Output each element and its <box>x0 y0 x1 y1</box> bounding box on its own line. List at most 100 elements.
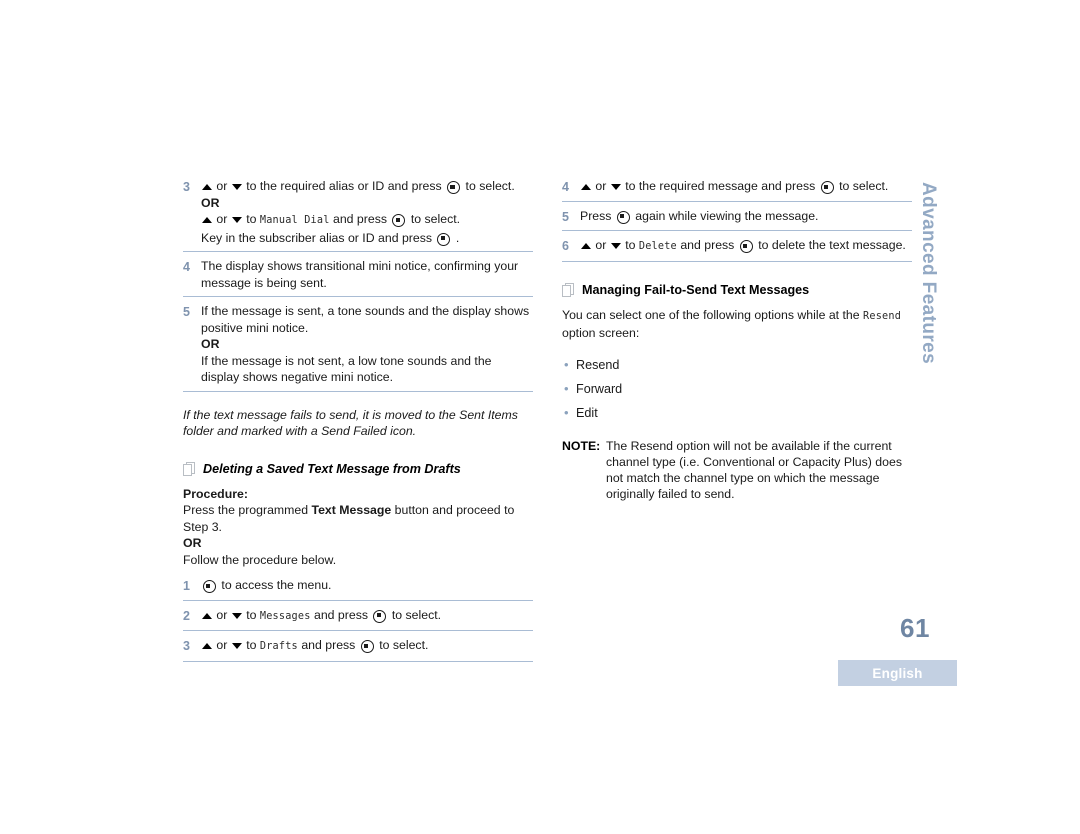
step-number: 1 <box>183 579 190 593</box>
step-row: 5 If the message is sent, a tone sounds … <box>183 303 533 392</box>
note-block: NOTE: The Resend option will not be avai… <box>562 438 912 502</box>
step-number: 4 <box>562 180 569 194</box>
arrow-down-icon <box>231 612 242 619</box>
option-edit: Edit <box>576 405 598 420</box>
rstep4-or: or <box>595 179 607 193</box>
menu-item-manual-dial: Manual Dial <box>259 215 330 226</box>
step-row: 4 or to the required message and press t… <box>562 178 912 202</box>
step-text: Press again while viewing the message. <box>580 208 912 225</box>
substep2-tail: to select. <box>391 607 442 622</box>
step3-line2-tail: to select. <box>410 212 461 226</box>
rstep6-or: or <box>595 238 607 252</box>
arrow-up-icon <box>581 243 591 250</box>
step3-line2-to: to <box>246 212 257 226</box>
step-text: or to Messages and press to select. <box>201 607 533 626</box>
rstep4-tail: to select. <box>839 179 889 193</box>
menu-item-messages: Messages <box>259 610 311 622</box>
step-number: 5 <box>562 209 569 224</box>
arrow-down-icon <box>231 217 242 224</box>
step3-line3-tail: . <box>455 230 460 245</box>
step3-line3-text: Key in the subscriber alias or ID and pr… <box>201 230 433 245</box>
substep3-press: and press <box>301 638 356 652</box>
step-text: or to Delete and press to delete the tex… <box>580 237 912 256</box>
section-intro: You can select one of the following opti… <box>562 307 912 342</box>
menu-item-resend: Resend <box>863 310 902 322</box>
side-tab-advanced-features: Advanced Features <box>906 182 950 432</box>
menu-select-button-icon <box>739 240 753 254</box>
list-item: • Forward <box>562 381 912 397</box>
menu-select-button-icon <box>360 640 374 654</box>
step-number: 6 <box>562 239 569 253</box>
bullet-icon: • <box>564 380 569 396</box>
menu-item-delete: Delete <box>638 241 677 252</box>
substep2-press: and press <box>313 607 368 622</box>
procedure-intro-a: Press the programmed <box>183 503 309 517</box>
step-text: The display shows transitional mini noti… <box>201 259 519 290</box>
step-row: 3 or to the required alias or ID and pre… <box>183 178 533 252</box>
menu-select-button-icon <box>820 181 834 195</box>
language-badge: English <box>838 660 957 686</box>
step3-line2-press: and press <box>332 212 387 226</box>
arrow-up-icon <box>202 612 212 619</box>
step-row: 6 or to Delete and press to delete the t… <box>562 237 912 262</box>
intro-a: You can select one of the following opti… <box>562 307 860 322</box>
step-text: If the message is sent, a tone sounds an… <box>201 303 533 386</box>
procedure-block: Procedure: Press the programmed Text Mes… <box>183 486 533 569</box>
arrow-down-icon <box>231 643 242 650</box>
step-row: 1 to access the menu. <box>183 577 533 601</box>
arrow-up-icon <box>202 217 212 224</box>
step-number: 5 <box>183 305 190 319</box>
follow-procedure-text: Follow the procedure below. <box>183 552 337 567</box>
menu-select-button-icon <box>373 609 387 623</box>
step-text: to access the menu. <box>201 577 533 594</box>
arrow-up-icon <box>202 643 212 650</box>
list-item: • Edit <box>562 405 912 421</box>
page-section-icon <box>562 282 575 298</box>
step-number: 3 <box>183 180 190 194</box>
or-separator: OR <box>183 536 202 550</box>
rstep5-press: Press <box>580 208 612 223</box>
substep3-tail: to select. <box>379 638 429 652</box>
arrow-up-icon <box>581 184 591 191</box>
step5-line1: If the message is sent, a tone sounds an… <box>201 304 530 335</box>
step-row: 5 Press again while viewing the message. <box>562 208 912 231</box>
or-separator: OR <box>201 195 220 210</box>
step-row: 2 or to Messages and press to select. <box>183 607 533 631</box>
or-separator: OR <box>201 337 220 351</box>
substep3-to: to <box>246 638 257 652</box>
step3-line1-text: to the required alias or ID and press <box>246 179 442 193</box>
procedure-label: Procedure: <box>183 486 248 501</box>
step-row: 4 The display shows transitional mini no… <box>183 258 533 297</box>
page-number: 61 <box>900 613 930 643</box>
step3-line1-tail: to select. <box>465 179 515 193</box>
step-number: 3 <box>183 639 190 653</box>
rstep6-press: and press <box>680 238 735 252</box>
menu-select-button-icon <box>437 232 451 246</box>
rstep6-tail: to delete the text message. <box>758 238 906 252</box>
bullet-icon: • <box>564 404 569 420</box>
menu-item-drafts: Drafts <box>259 641 298 652</box>
step5-line2: If the message is not sent, a low tone s… <box>201 353 492 385</box>
step-text: or to Drafts and press to select. <box>201 637 533 656</box>
intro-b: option screen: <box>562 326 640 340</box>
text-message-button-label: Text Message <box>311 503 392 517</box>
list-item: • Resend <box>562 357 912 373</box>
substep1-text: to access the menu. <box>221 578 332 592</box>
menu-select-button-icon <box>392 214 406 228</box>
section-heading-managing-fail-to-send: Managing Fail-to-Send Text Messages <box>562 282 912 298</box>
step-row: 3 or to Drafts and press to select. <box>183 637 533 662</box>
section-title: Deleting a Saved Text Message from Draft… <box>203 461 461 476</box>
rstep4-text: to the required message and press <box>625 179 816 193</box>
rstep6-to: to <box>625 238 636 252</box>
option-forward: Forward <box>576 381 623 396</box>
menu-select-button-icon <box>616 210 630 224</box>
arrow-up-icon <box>202 184 212 191</box>
